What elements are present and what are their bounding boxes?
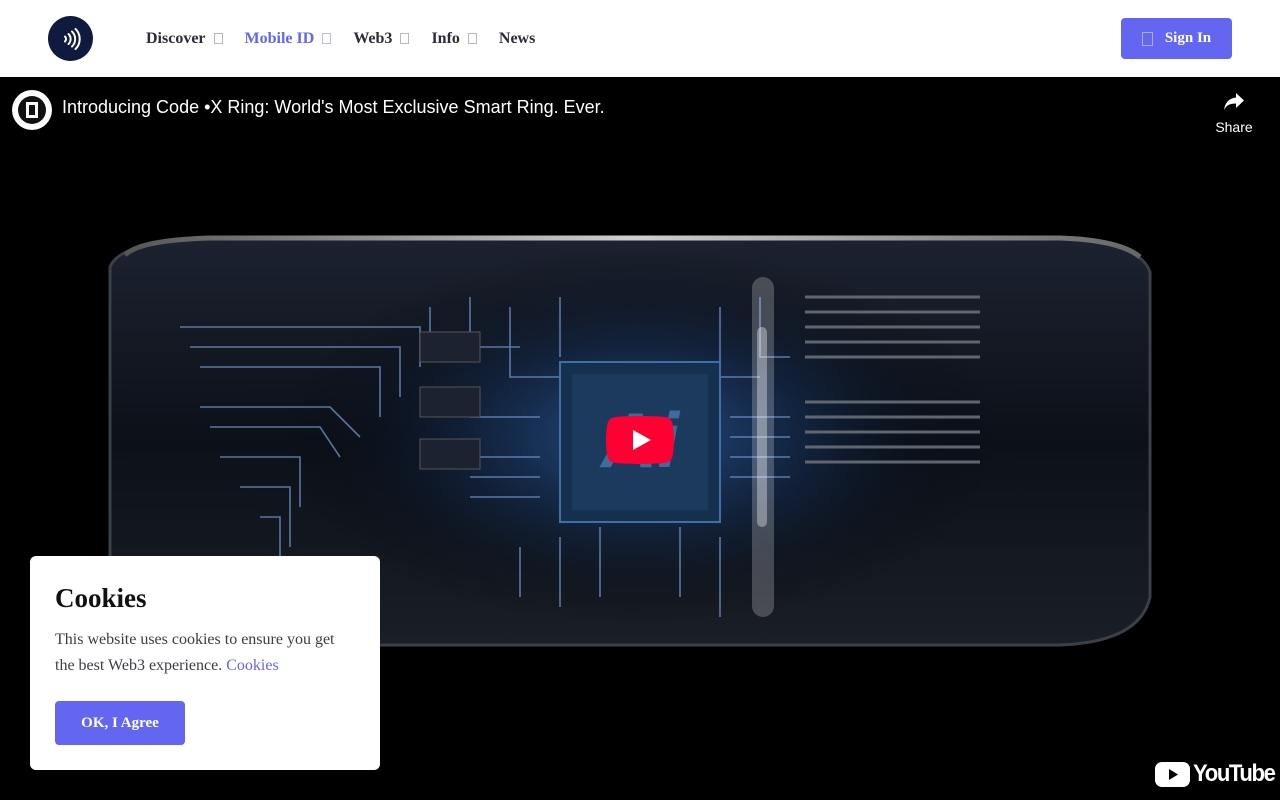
nav-label: Discover: [146, 29, 206, 47]
cookie-message: This website uses cookies to ensure you …: [55, 631, 335, 674]
nav-item-info[interactable]: Info: [431, 29, 477, 48]
user-icon: [1141, 31, 1153, 46]
nav-item-discover[interactable]: Discover: [146, 30, 223, 48]
youtube-logo[interactable]: YouTube: [1155, 760, 1280, 788]
nav-label: Web3: [353, 29, 393, 47]
cookie-title: Cookies: [55, 583, 147, 613]
contactless-icon: [63, 27, 81, 50]
chevron-down-icon: [467, 33, 477, 44]
nav-label: Info: [431, 29, 460, 47]
cookie-dialog: Cookies This website uses cookies to ens…: [30, 556, 380, 770]
youtube-icon: [1155, 761, 1190, 787]
chevron-down-icon: [400, 33, 410, 44]
chevron-down-icon: [213, 33, 223, 44]
youtube-wordmark: YouTube: [1193, 760, 1276, 787]
sign-in-button[interactable]: Sign In: [1121, 18, 1232, 59]
channel-logo-icon: [18, 96, 46, 124]
share-label: Share: [1215, 119, 1253, 135]
video-title[interactable]: Introducing Code •X Ring: World's Most E…: [62, 97, 605, 118]
nav-label: News: [498, 29, 536, 47]
main-nav: Discover Mobile ID Web3 Info News: [146, 0, 557, 77]
cookies-link[interactable]: Cookies: [226, 657, 278, 674]
channel-avatar[interactable]: [12, 90, 52, 130]
share-button[interactable]: Share: [1210, 89, 1258, 135]
share-icon: [1224, 93, 1244, 110]
logo[interactable]: [48, 16, 93, 61]
nav-label: Mobile ID: [244, 29, 315, 47]
site-header: Discover Mobile ID Web3 Info News Sign I…: [0, 0, 1280, 77]
sign-in-label: Sign In: [1164, 30, 1212, 46]
chevron-down-icon: [322, 33, 332, 44]
play-button[interactable]: [606, 416, 674, 464]
nav-item-mobile-id[interactable]: Mobile ID: [245, 30, 332, 48]
agree-button[interactable]: OK, I Agree: [55, 701, 185, 745]
nav-item-web3[interactable]: Web3: [353, 29, 410, 48]
cookie-text: This website uses cookies to ensure you …: [55, 627, 355, 679]
nav-item-news[interactable]: News: [499, 30, 535, 48]
